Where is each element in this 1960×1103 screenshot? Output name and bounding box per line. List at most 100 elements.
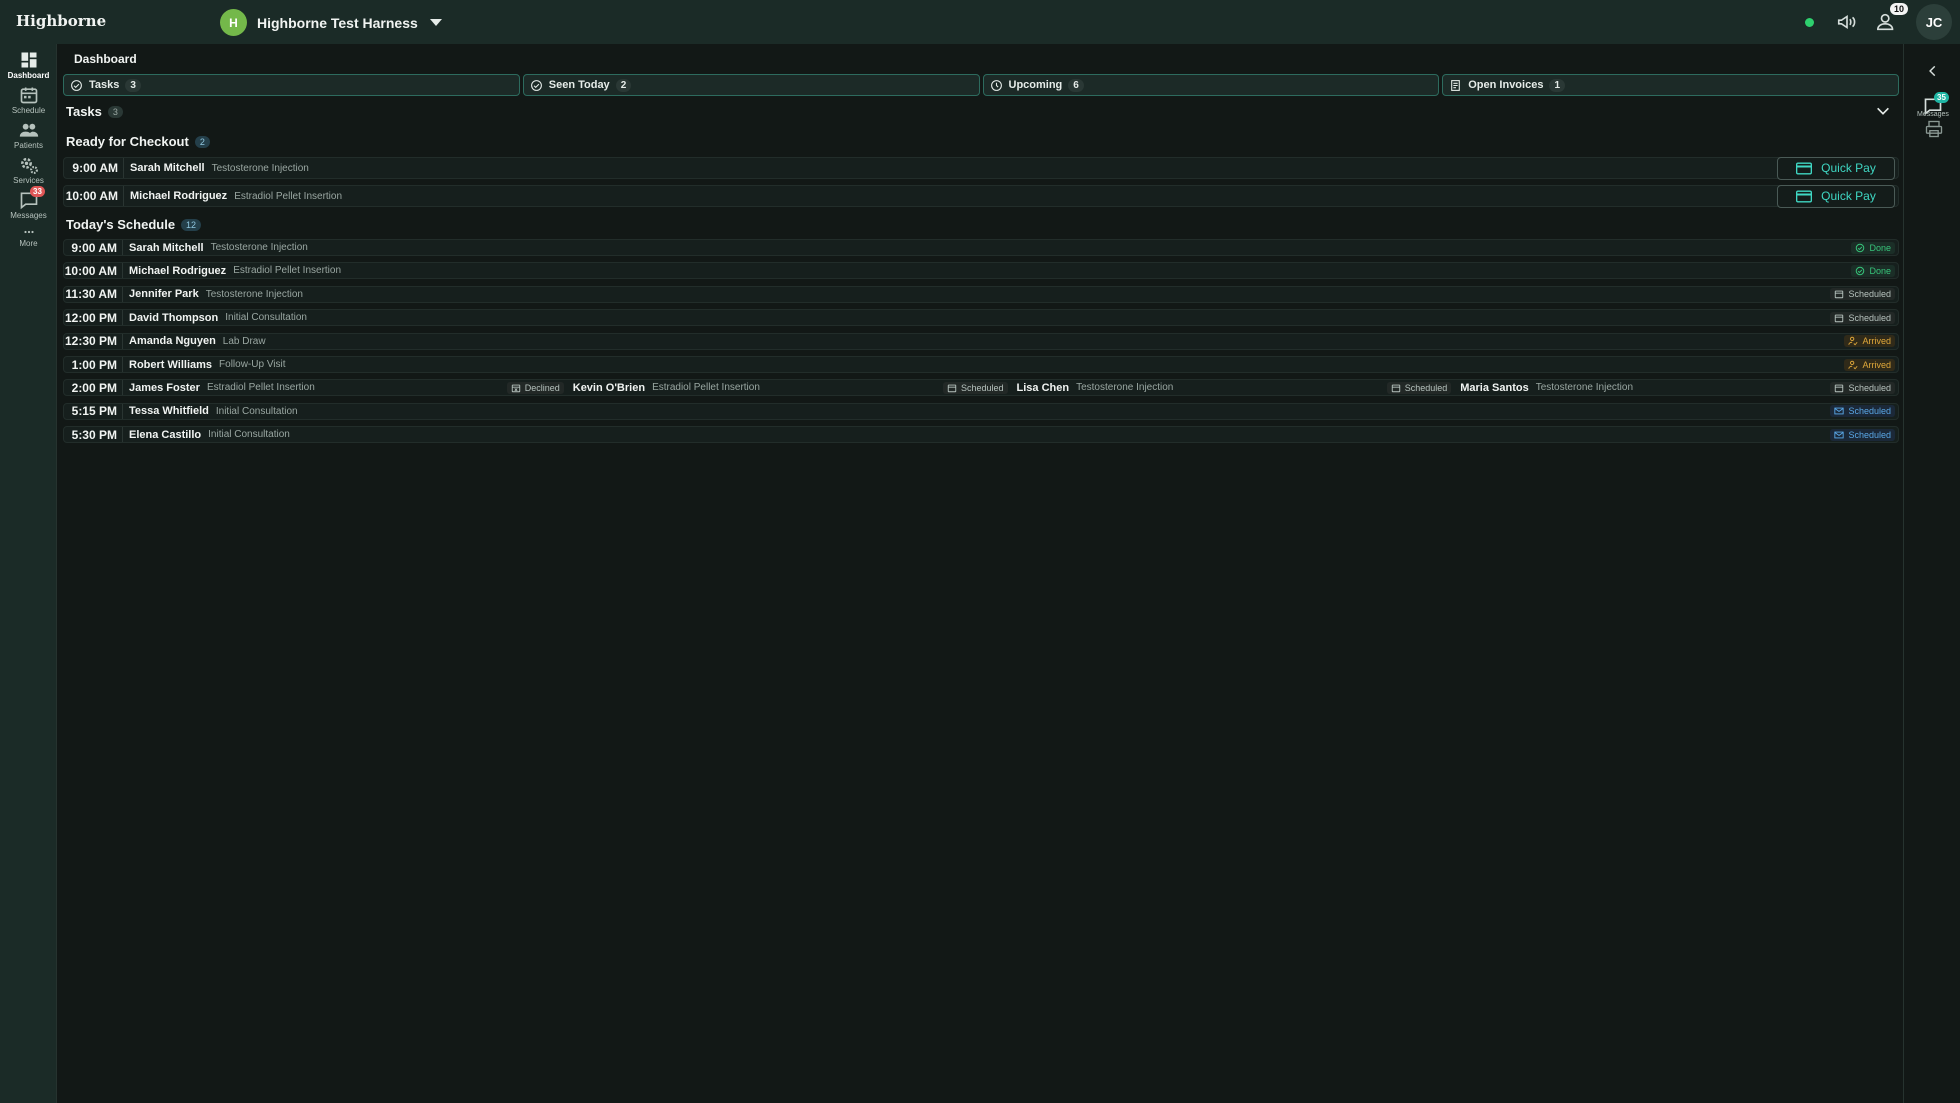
calendar-icon [1835, 314, 1844, 322]
checkout-row[interactable]: 9:00 AM Sarah Mitchell Testosterone Inje… [63, 156, 1899, 180]
service-name: Estradiol Pellet Insertion [652, 382, 760, 394]
checkout-header: Ready for Checkout 2 [66, 134, 210, 149]
chevron-left-icon[interactable] [1926, 64, 1940, 78]
schedule-row[interactable]: 9:00 AM Sarah Mitchell Testosterone Inje… [63, 239, 1899, 256]
checkout-title: Ready for Checkout [66, 134, 189, 149]
sidebar-item-patients[interactable]: Patients [0, 120, 57, 154]
appointment-entry[interactable]: Lisa Chen Testosterone Injection Schedul… [1011, 380, 1455, 395]
appointment-entry[interactable]: Elena Castillo Initial Consultation Sche… [123, 427, 1898, 442]
row-time: 12:30 PM [64, 333, 123, 349]
page-title: Dashboard [74, 52, 137, 66]
service-name: Initial Consultation [215, 405, 298, 417]
patient-name[interactable]: Jennifer Park [129, 288, 199, 300]
checkout-row[interactable]: 10:00 AM Michael Rodriguez Estradiol Pel… [63, 184, 1899, 208]
patient-name[interactable]: Tessa Whitfield [129, 405, 209, 417]
tab-count: 3 [125, 78, 141, 92]
org-switcher[interactable]: H Highborne Test Harness [220, 9, 442, 36]
brand-logo[interactable]: Highborne [16, 12, 106, 30]
row-time: 10:00 AM [64, 263, 123, 279]
service-name: Testosterone Injection [1076, 382, 1174, 394]
top-bar: Highborne H Highborne Test Harness 10 JC [0, 0, 1960, 44]
schedule-row[interactable]: 11:30 AM Jennifer Park Testosterone Inje… [63, 285, 1899, 303]
patient-name[interactable]: Sarah Mitchell [129, 242, 204, 254]
service-name: Estradiol Pellet Insertion [206, 382, 315, 394]
patient-name[interactable]: Lisa Chen [1017, 382, 1070, 394]
clock-icon [990, 79, 1002, 91]
patient-name[interactable]: Kevin O'Brien [573, 382, 645, 394]
row-time: 10:00 AM [64, 186, 124, 206]
tab-count: 1 [1549, 78, 1566, 92]
printer-icon[interactable] [1924, 119, 1944, 139]
schedule-row[interactable]: 5:15 PM Tessa Whitfield Initial Consulta… [63, 402, 1899, 420]
messages-badge: 33 [30, 186, 45, 197]
status-badge: Scheduled [1830, 405, 1895, 418]
status-badge: Declined [506, 381, 564, 394]
sidebar-item-dashboard[interactable]: Dashboard [0, 50, 57, 84]
patient-name[interactable]: Sarah Mitchell [130, 162, 205, 174]
patient-name[interactable]: Michael Rodriguez [130, 190, 227, 202]
appointment-entry[interactable]: Kevin O'Brien Estradiol Pellet Insertion… [567, 380, 1011, 395]
appointment-entry[interactable]: Michael Rodriguez Estradiol Pellet Inser… [123, 263, 1898, 278]
sidebar-item-services[interactable]: Services [0, 155, 57, 189]
tab-seen-today[interactable]: Seen Today 2 [522, 74, 980, 96]
patient-name[interactable]: Robert Williams [129, 359, 212, 371]
status-label: Done [1869, 242, 1891, 253]
chevron-down-icon [429, 19, 442, 26]
notifications-button[interactable]: 10 [1876, 3, 1908, 33]
service-name: Estradiol Pellet Insertion [233, 265, 342, 277]
tab-upcoming[interactable]: Upcoming 6 [982, 74, 1440, 96]
status-badge: Scheduled [1830, 381, 1895, 394]
status-label: Done [1869, 265, 1891, 276]
appointment-entry[interactable]: Jennifer Park Testosterone Injection Sch… [123, 287, 1898, 302]
patient-name[interactable]: James Foster [129, 382, 200, 394]
status-label: Scheduled [1848, 289, 1891, 300]
appointment-entry[interactable]: Maria Santos Testosterone Injection Sche… [1454, 380, 1898, 395]
patient-name[interactable]: Elena Castillo [129, 429, 201, 441]
tab-label: Upcoming [1008, 79, 1063, 91]
appointment-entry[interactable]: Tessa Whitfield Initial Consultation Sch… [123, 404, 1898, 419]
user-avatar[interactable]: JC [1916, 4, 1952, 40]
org-avatar: H [220, 9, 247, 36]
service-name: Estradiol Pellet Insertion [234, 190, 343, 202]
schedule-row[interactable]: 2:00 PM James Foster Estradiol Pellet In… [63, 379, 1899, 397]
check-circle-icon [1856, 266, 1865, 276]
main-content: Dashboard Tasks 3 Seen Today 2 Upcoming … [57, 44, 1903, 1103]
org-name: Highborne Test Harness [257, 14, 418, 31]
schedule-row[interactable]: 12:30 PM Amanda Nguyen Lab Draw Arrived [63, 332, 1899, 350]
schedule-row[interactable]: 12:00 PM David Thompson Initial Consulta… [63, 309, 1899, 327]
person-arrived-icon [1848, 336, 1859, 346]
appointment-entry[interactable]: Sarah Mitchell Testosterone Injection Do… [123, 240, 1898, 255]
tasks-title: Tasks [66, 104, 102, 119]
sidebar: Dashboard Schedule Patients Services 33 … [0, 44, 57, 1103]
tab-tasks[interactable]: Tasks 3 [63, 74, 520, 96]
appointment-entry[interactable]: David Thompson Initial Consultation Sche… [123, 310, 1898, 325]
schedule-row[interactable]: 5:30 PM Elena Castillo Initial Consultat… [63, 426, 1899, 444]
patient-name[interactable]: Michael Rodriguez [129, 265, 226, 277]
status-label: Arrived [1862, 336, 1891, 347]
patient-name[interactable]: David Thompson [129, 312, 218, 324]
dots-icon [23, 230, 34, 234]
sidebar-item-schedule[interactable]: Schedule [0, 85, 57, 119]
tab-open-invoices[interactable]: Open Invoices 1 [1442, 74, 1899, 96]
sidebar-item-more[interactable]: More [0, 226, 57, 260]
sidebar-item-label: Messages [10, 211, 47, 220]
sidebar-item-messages[interactable]: 33 Messages [0, 186, 57, 224]
service-name: Initial Consultation [208, 429, 290, 441]
appointment-entry[interactable]: Amanda Nguyen Lab Draw Arrived [123, 334, 1898, 349]
status-badge: Scheduled [1830, 288, 1895, 301]
schedule-row[interactable]: 1:00 PM Robert Williams Follow-Up Visit … [63, 356, 1899, 373]
announcements-button[interactable] [1836, 11, 1858, 33]
appointment-entry[interactable]: James Foster Estradiol Pellet Insertion … [123, 380, 567, 395]
schedule-row[interactable]: 10:00 AM Michael Rodriguez Estradiol Pel… [63, 262, 1899, 280]
tasks-count: 3 [107, 105, 123, 118]
status-badge: Done [1851, 264, 1895, 277]
chevron-down-icon[interactable] [1875, 103, 1891, 119]
patient-name[interactable]: Amanda Nguyen [129, 335, 216, 347]
patient-name[interactable]: Maria Santos [1460, 382, 1528, 394]
quick-pay-button[interactable]: Quick Pay [1777, 156, 1895, 180]
quick-pay-button[interactable]: Quick Pay [1777, 184, 1895, 208]
right-rail: 35 Messages [1903, 44, 1960, 1103]
status-label: Scheduled [1848, 382, 1891, 393]
status-label: Scheduled [1848, 312, 1891, 323]
appointment-entry[interactable]: Robert Williams Follow-Up Visit Arrived [123, 357, 1898, 372]
